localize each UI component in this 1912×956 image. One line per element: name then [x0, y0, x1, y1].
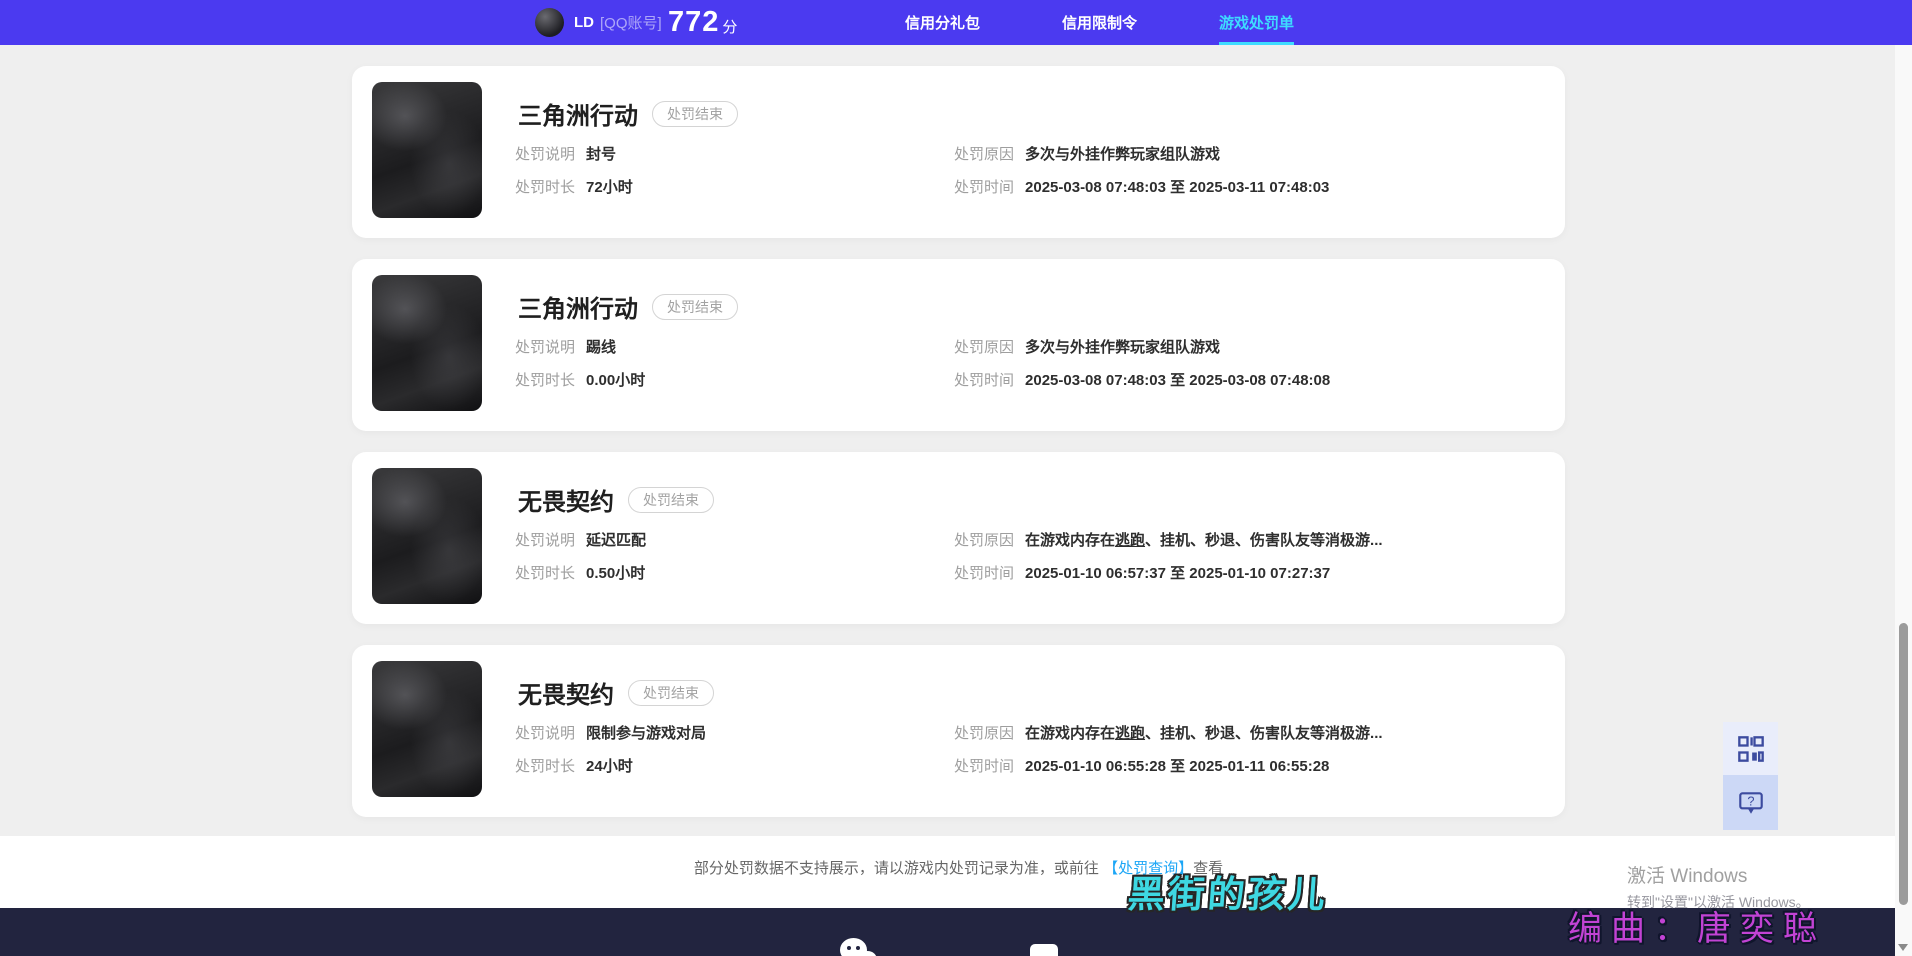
penalty-card: 三角洲行动 处罚结束 处罚说明 封号 处罚时长 72小时 处罚原因 多次与外挂作弊玩家…: [352, 66, 1565, 238]
credit-score: 772 分: [668, 0, 737, 45]
duration-value: 72小时: [586, 179, 633, 196]
desc-label: 处罚说明: [515, 532, 576, 549]
desc-value: 踢线: [586, 339, 617, 356]
account-type: [QQ账号]: [600, 15, 662, 32]
reason-label: 处罚原因: [954, 725, 1015, 742]
time-label: 处罚时间: [954, 565, 1015, 582]
time-label: 处罚时间: [954, 179, 1015, 196]
time-value: 2025-03-08 07:48:03 至 2025-03-11 07:48:0…: [1025, 179, 1330, 196]
status-badge: 处罚结束: [652, 293, 738, 320]
game-thumbnail: [372, 275, 482, 411]
tab-game-penalties[interactable]: 游戏处罚单: [1219, 0, 1295, 45]
tab-credit-gift[interactable]: 信用分礼包: [905, 0, 980, 45]
game-title: 三角洲行动: [518, 103, 638, 130]
duration-value: 24小时: [586, 758, 633, 775]
game-thumbnail: [372, 468, 482, 604]
reason-label: 处罚原因: [954, 339, 1015, 356]
status-badge: 处罚结束: [628, 486, 714, 513]
reason-text: 多次与外挂作弊玩家组队游戏: [1025, 146, 1221, 163]
reason-text: 多次与外挂作弊玩家组队游戏: [1025, 339, 1221, 356]
game-title: 三角洲行动: [518, 296, 638, 323]
status-badge: 处罚结束: [628, 679, 714, 706]
credit-score-unit: 分: [722, 19, 738, 36]
duration-value: 0.50小时: [586, 565, 646, 582]
desc-value: 封号: [586, 146, 617, 163]
penalty-card: 无畏契约 处罚结束 处罚说明 延迟匹配 处罚时长 0.50小时 处罚原因 在游戏内存在…: [352, 452, 1565, 624]
time-value: 2025-03-08 07:48:03 至 2025-03-08 07:48:0…: [1025, 372, 1331, 389]
game-thumbnail: [372, 661, 482, 797]
penalty-card: 无畏契约 处罚结束 处罚说明 限制参与游戏对局 处罚时长 24小时 处罚原因 在游戏内…: [352, 645, 1565, 817]
reason-label: 处罚原因: [954, 146, 1015, 163]
scrollbar-track[interactable]: [1895, 45, 1912, 956]
reason-suffix: 、挂机、秒退、伤害队友等消极游...: [1145, 725, 1383, 742]
reason-label: 处罚原因: [954, 532, 1015, 549]
scrollbar-down-arrow-icon[interactable]: [1898, 944, 1908, 951]
reason-text: 在游戏内存在: [1025, 532, 1116, 549]
duration-label: 处罚时长: [515, 372, 576, 389]
scrollbar-thumb[interactable]: [1899, 623, 1908, 905]
reason-text: 在游戏内存在: [1025, 725, 1116, 742]
time-value: 2025-01-10 06:55:28 至 2025-01-11 06:55:2…: [1025, 758, 1330, 775]
duration-label: 处罚时长: [515, 565, 576, 582]
nav-tabs: 信用分礼包 信用限制令 游戏处罚单: [905, 0, 1295, 45]
avatar: [535, 8, 564, 37]
game-title: 无畏契约: [518, 489, 614, 516]
top-navbar: LD [QQ账号] 772 分 信用分礼包 信用限制令 游戏处罚单: [0, 0, 1912, 45]
time-value: 2025-01-10 06:57:37 至 2025-01-10 07:27:3…: [1025, 565, 1331, 582]
desc-label: 处罚说明: [515, 339, 576, 356]
credit-score-value: 772: [668, 6, 720, 38]
disclaimer-note: 部分处罚数据不支持展示，请以游戏内处罚记录为准，或前往 【处罚查询】查看: [352, 857, 1565, 878]
activate-windows-subtext: 转到"设置"以激活 Windows。: [1627, 894, 1810, 910]
qr-code-icon: [1737, 735, 1765, 763]
game-title: 无畏契约: [518, 682, 614, 709]
desc-label: 处罚说明: [515, 725, 576, 742]
svg-text:?: ?: [1747, 793, 1754, 808]
status-badge: 处罚结束: [652, 100, 738, 127]
reason-link[interactable]: 逃跑: [1115, 532, 1145, 549]
duration-label: 处罚时长: [515, 758, 576, 775]
desc-value: 限制参与游戏对局: [586, 725, 707, 742]
penalty-card: 三角洲行动 处罚结束 处罚说明 踢线 处罚时长 0.00小时 处罚原因 多次与外挂作弊…: [352, 259, 1565, 431]
reason-suffix: 、挂机、秒退、伤害队友等消极游...: [1145, 532, 1383, 549]
user-name: LD: [574, 14, 594, 31]
duration-label: 处罚时长: [515, 179, 576, 196]
wechat-icon[interactable]: [840, 938, 884, 956]
duration-value: 0.00小时: [586, 372, 646, 389]
desc-value: 延迟匹配: [586, 532, 647, 549]
game-thumbnail: [372, 82, 482, 218]
desc-label: 处罚说明: [515, 146, 576, 163]
feedback-button[interactable]: ?: [1723, 775, 1778, 830]
watermark-center: 黑街的孩儿: [1126, 872, 1330, 916]
reason-link[interactable]: 逃跑: [1115, 725, 1145, 742]
time-label: 处罚时间: [954, 758, 1015, 775]
qr-code-button[interactable]: [1723, 722, 1778, 775]
activate-windows-text: 激活 Windows: [1627, 866, 1748, 887]
question-bubble-icon: ?: [1736, 788, 1766, 818]
time-label: 处罚时间: [954, 372, 1015, 389]
square-app-icon[interactable]: [1030, 944, 1058, 956]
user-info: LD [QQ账号]: [574, 0, 662, 45]
disclaimer-text: 部分处罚数据不支持展示，请以游戏内处罚记录为准，或前往: [693, 860, 1104, 877]
tab-credit-restriction[interactable]: 信用限制令: [1062, 0, 1137, 45]
